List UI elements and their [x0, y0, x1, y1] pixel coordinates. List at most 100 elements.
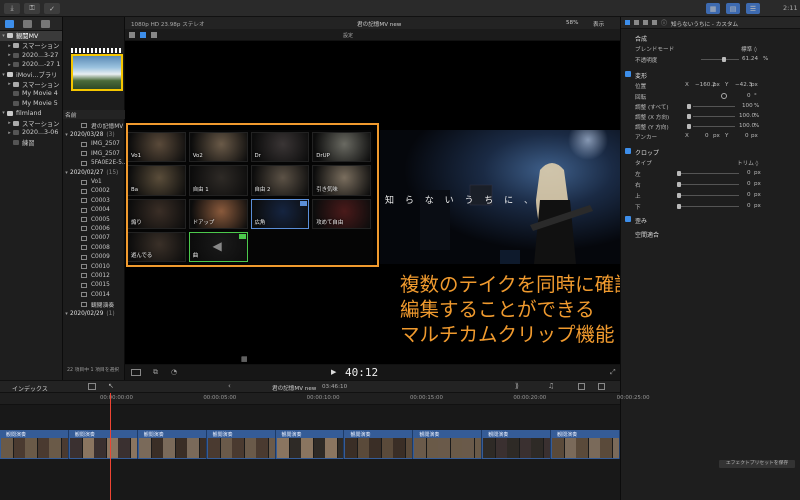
clip-row[interactable]: Vo1: [63, 177, 125, 186]
date-group-row[interactable]: ▾ 2020/02/27 (15): [63, 168, 125, 177]
clip-row[interactable]: C0010: [63, 262, 125, 271]
opacity-value[interactable]: 61.24: [742, 56, 758, 62]
fullscreen-icon[interactable]: ⤢: [610, 368, 616, 377]
disclosure-triangle-icon[interactable]: ▾: [0, 110, 7, 116]
history-back-icon[interactable]: ‹: [228, 382, 231, 390]
library-item[interactable]: ▸ スマーション: [0, 79, 62, 89]
filter-icon[interactable]: [652, 20, 657, 25]
date-group-row[interactable]: ▾ 2020/03/28 (3): [63, 130, 125, 139]
scale-x-knob[interactable]: [687, 114, 691, 119]
clip-row[interactable]: C0012: [63, 271, 125, 280]
disclosure-triangle-icon[interactable]: ▸: [6, 81, 13, 87]
clip-row[interactable]: C0014: [63, 290, 125, 299]
crop-left-row[interactable]: 左 0 px: [621, 169, 800, 178]
background-tasks-button[interactable]: ✓: [44, 3, 60, 14]
library-item[interactable]: My Movie 5: [0, 99, 62, 109]
disclosure-triangle-icon[interactable]: ▾: [0, 72, 7, 78]
timeline-clip[interactable]: 観閲演奏: [207, 430, 276, 459]
timeline-clip[interactable]: 観閲演奏: [69, 430, 138, 459]
disclosure-triangle-icon[interactable]: ▾: [63, 170, 70, 176]
library-item[interactable]: ▾ filmland: [0, 109, 62, 119]
video-only-icon[interactable]: [140, 32, 146, 38]
crop-checkbox[interactable]: [625, 148, 631, 154]
disclosure-triangle-icon[interactable]: ▾: [63, 311, 70, 317]
timeline-ruler[interactable]: 00:00:00:00 00:00:05:00 00:00:10:00 00:00:1…: [0, 393, 650, 405]
scale-y-row[interactable]: 調整 (Y 方向) 100.0 %: [621, 122, 800, 131]
blend-mode-popup[interactable]: 標準 ◊: [741, 45, 757, 53]
color-inspector-icon[interactable]: [643, 20, 648, 25]
timeline-clip[interactable]: 観閲演奏: [344, 430, 414, 459]
angle-cell[interactable]: 攻めて自由: [312, 198, 371, 229]
keywords-button[interactable]: ⚿: [24, 3, 40, 14]
disclosure-triangle-icon[interactable]: ▸: [6, 43, 13, 49]
clip-row[interactable]: C0005: [63, 215, 125, 224]
clip-row[interactable]: 観閲演奏: [63, 299, 125, 309]
library-item[interactable]: ▸ スマーション: [0, 41, 62, 51]
library-item[interactable]: ▾ iMovi...ブラリ: [0, 70, 62, 80]
crop-top-row[interactable]: 上 0 px: [621, 191, 800, 200]
crop-bottom-row[interactable]: 下 0 px: [621, 202, 800, 211]
save-effects-preset-button[interactable]: エフェクトプリセットを保存: [719, 460, 795, 468]
clip-row[interactable]: IMG_2507: [63, 149, 125, 158]
project-thumbnail[interactable]: [71, 54, 123, 91]
skimming-icon[interactable]: ⟫: [515, 382, 519, 390]
audio-only-icon[interactable]: [151, 32, 157, 38]
timeline-clip[interactable]: 観閲演奏: [138, 430, 207, 459]
angle-cell[interactable]: Ba: [127, 165, 186, 196]
library-item[interactable]: ▸ 2020...3-06: [0, 128, 62, 138]
timeline-clip[interactable]: 観閲演奏: [482, 430, 552, 459]
audio-inspector-icon[interactable]: [634, 20, 639, 25]
clip-row[interactable]: C0006: [63, 224, 125, 233]
transform-section[interactable]: 変形: [621, 70, 800, 80]
distort-checkbox[interactable]: [625, 216, 631, 222]
angle-cell[interactable]: 煽り: [127, 198, 186, 229]
scale-y-knob[interactable]: [687, 124, 691, 129]
video-audio-icon[interactable]: [129, 32, 135, 38]
timeline[interactable]: 00:00:00:00 00:00:05:00 00:00:10:00 00:00:1…: [0, 393, 650, 500]
library-item[interactable]: My Movie 4: [0, 89, 62, 99]
clip-appearance-icon[interactable]: [88, 383, 96, 390]
timeline-clip[interactable]: 観閲演奏: [276, 430, 345, 459]
library-item[interactable]: ▸ スマーション: [0, 118, 62, 128]
name-column-header[interactable]: 名前: [63, 110, 125, 119]
multicam-clip-track[interactable]: 観閲演奏 観閲演奏 観閲演奏 観閲演奏 観閲演奏 観閲演奏 観閲演奏 観閲演奏 観閲演奏: [0, 430, 620, 459]
angle-cell[interactable]: DrUP: [312, 132, 371, 163]
angle-cell[interactable]: 遊んでる: [127, 231, 186, 262]
titles-tab-icon[interactable]: [41, 19, 50, 28]
transform-tool-icon[interactable]: [131, 369, 141, 376]
info-icon[interactable]: ⓘ: [661, 18, 667, 27]
crop-type-row[interactable]: タイプ トリム ◊: [621, 158, 800, 167]
timeline-view-icon[interactable]: [578, 383, 585, 390]
disclosure-triangle-icon[interactable]: ▾: [63, 132, 70, 138]
opacity-slider[interactable]: [701, 59, 739, 60]
opacity-row[interactable]: 不透明度 61.24 %: [621, 55, 800, 64]
index-button[interactable]: インデックス: [12, 384, 48, 393]
angle-cell[interactable]: Dr: [250, 132, 310, 163]
library-item[interactable]: ▾ 観閲MV: [0, 31, 62, 41]
position-y-value[interactable]: −42.3: [735, 82, 752, 88]
clip-row[interactable]: C0007: [63, 234, 125, 243]
clip-row[interactable]: C0003: [63, 196, 125, 205]
zoom-popup[interactable]: 58%: [566, 20, 578, 26]
crop-type-popup[interactable]: トリム ◊: [737, 159, 758, 167]
scale-all-row[interactable]: 調整 (すべて) 100 %: [621, 102, 800, 111]
crop-section[interactable]: クロップ: [621, 147, 800, 157]
transform-checkbox[interactable]: [625, 71, 631, 77]
clip-row[interactable]: 君の記憶MV: [63, 121, 125, 130]
angle-cell[interactable]: 引き気味: [312, 165, 371, 196]
angle-cell[interactable]: 広角: [250, 198, 310, 229]
clip-row[interactable]: C0009: [63, 252, 125, 261]
rotation-value[interactable]: 0: [747, 93, 751, 99]
headphones-icon[interactable]: ♫: [548, 382, 554, 390]
angle-cell[interactable]: 自由 2: [250, 165, 310, 196]
clip-row[interactable]: 5FA0E2E-5...: [63, 159, 125, 168]
spatial-conform-section[interactable]: 空間適合: [621, 229, 800, 239]
playhead[interactable]: [110, 393, 111, 500]
timeline-clip[interactable]: 観閲演奏: [551, 430, 620, 459]
speed-tool-icon[interactable]: ◔: [171, 368, 177, 376]
disclosure-triangle-icon[interactable]: ▸: [6, 52, 13, 58]
angle-cell[interactable]: 自由 1: [188, 165, 248, 196]
disclosure-triangle-icon[interactable]: ▸: [6, 120, 13, 126]
angle-cell[interactable]: Vo1: [127, 132, 186, 163]
clip-row[interactable]: C0002: [63, 187, 125, 196]
